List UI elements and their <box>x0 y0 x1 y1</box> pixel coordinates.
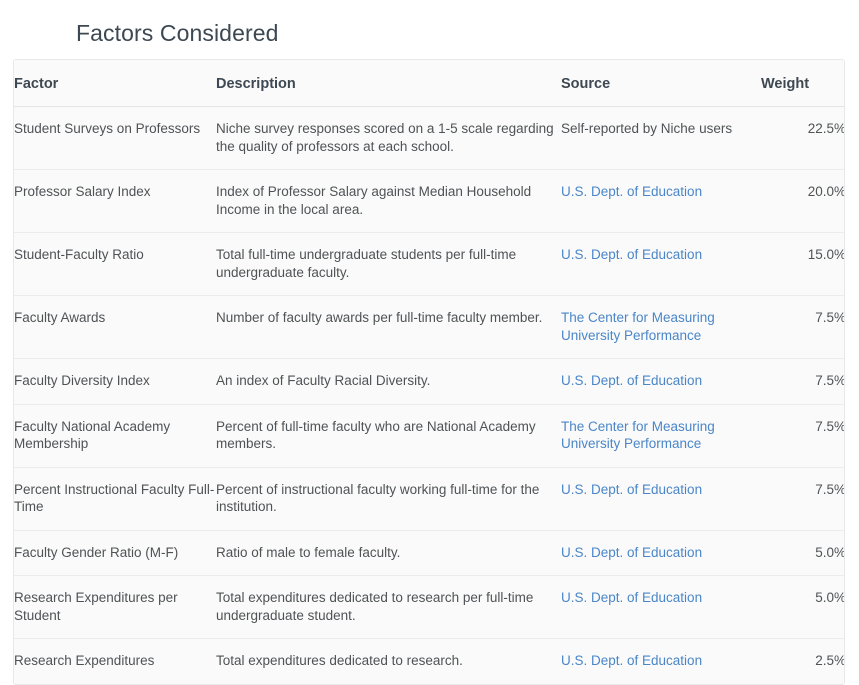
cell-description: Index of Professor Salary against Median… <box>216 169 561 233</box>
column-header-weight: Weight <box>761 60 844 107</box>
page-container: Factors Considered Factor Description So… <box>0 0 859 685</box>
cell-source[interactable]: U.S. Dept. of Education <box>561 169 761 233</box>
table-row: Research Expenditures Total expenditures … <box>14 638 844 684</box>
cell-weight: 15.0% <box>761 232 844 296</box>
cell-source[interactable]: U.S. Dept. of Education <box>561 358 761 404</box>
table-row: Professor Salary Index Index of Professor… <box>14 169 844 233</box>
cell-factor: Faculty Gender Ratio (M-F) <box>14 529 216 576</box>
cell-description: Total expenditures dedicated to research… <box>216 575 561 639</box>
page-title: Factors Considered <box>76 20 279 47</box>
cell-factor: Research Expenditures <box>14 638 216 684</box>
table-row: Faculty Awards Number of faculty awards p… <box>14 295 844 359</box>
cell-description: Percent of full-time faculty who are Nat… <box>216 403 561 467</box>
source-link[interactable]: U.S. Dept. of Education <box>561 373 702 388</box>
cell-weight: 5.0% <box>761 575 844 639</box>
cell-weight: 7.5% <box>761 466 844 530</box>
cell-weight: 7.5% <box>761 295 844 359</box>
cell-factor: Student Surveys on Professors <box>14 121 201 136</box>
cell-description: Number of faculty awards per full-time f… <box>216 295 561 359</box>
source-link[interactable]: The Center for Measuring University Perf… <box>561 310 715 343</box>
cell-factor: Student-Faculty Ratio <box>14 232 216 296</box>
table-body: Student Surveys on Professors Niche surve… <box>14 107 845 684</box>
source-link[interactable]: U.S. Dept. of Education <box>561 184 702 199</box>
factors-table: Factor Description Source Weight Student… <box>14 60 845 684</box>
table-row: Student-Faculty Ratio Total full-time und… <box>14 232 844 296</box>
cell-source[interactable]: U.S. Dept. of Education <box>561 232 761 296</box>
cell-factor: Percent Instructional Faculty Full-Time <box>14 466 216 530</box>
table-row: Faculty Gender Ratio (M-F) Ratio of male … <box>14 529 844 576</box>
cell-description: Ratio of male to female faculty. <box>216 529 561 576</box>
cell-factor: Faculty National Academy Membership <box>14 403 216 467</box>
cell-description: Niche survey responses scored on a 1-5 s… <box>216 121 554 154</box>
source-link[interactable]: U.S. Dept. of Education <box>561 590 702 605</box>
cell-factor: Research Expenditures per Student <box>14 575 216 639</box>
cell-factor: Faculty Awards <box>14 295 216 359</box>
cell-source[interactable]: U.S. Dept. of Education <box>561 575 761 639</box>
source-text: Self-reported by Niche users <box>561 121 733 136</box>
source-link[interactable]: U.S. Dept. of Education <box>561 482 702 497</box>
column-header-factor: Factor <box>14 60 216 107</box>
factors-table-container: Factor Description Source Weight Student… <box>13 59 845 685</box>
cell-source: Self-reported by Niche users <box>561 107 761 170</box>
cell-factor: Professor Salary Index <box>14 169 216 233</box>
cell-weight: 5.0% <box>761 529 844 576</box>
table-row: Faculty National Academy Membership Perce… <box>14 403 844 467</box>
table-row: Faculty Diversity Index An index of Facul… <box>14 358 844 404</box>
cell-weight: 20.0% <box>761 169 844 233</box>
cell-description: Percent of instructional faculty working… <box>216 466 561 530</box>
table-header: Factor Description Source Weight <box>14 60 844 107</box>
source-link[interactable]: U.S. Dept. of Education <box>561 653 702 668</box>
source-link[interactable]: U.S. Dept. of Education <box>561 545 702 560</box>
cell-weight: 7.5% <box>761 403 844 467</box>
cell-source[interactable]: U.S. Dept. of Education <box>561 466 761 530</box>
source-link[interactable]: The Center for Measuring University Perf… <box>561 419 715 452</box>
cell-description: Total expenditures dedicated to research… <box>216 638 561 684</box>
source-link[interactable]: U.S. Dept. of Education <box>561 247 702 262</box>
cell-weight: 7.5% <box>761 358 844 404</box>
cell-source[interactable]: The Center for Measuring University Perf… <box>561 295 761 359</box>
table-row: Student Surveys on Professors Niche surve… <box>14 107 845 170</box>
cell-weight: 2.5% <box>761 638 844 684</box>
cell-source[interactable]: U.S. Dept. of Education <box>561 638 761 684</box>
column-header-source: Source <box>561 60 761 107</box>
cell-factor: Faculty Diversity Index <box>14 358 216 404</box>
cell-description: An index of Faculty Racial Diversity. <box>216 358 561 404</box>
table-row: Percent Instructional Faculty Full-Time P… <box>14 466 844 530</box>
cell-description: Total full-time undergraduate students p… <box>216 232 561 296</box>
cell-weight: 22.5% <box>807 121 845 136</box>
table-row: Research Expenditures per Student Total e… <box>14 575 844 639</box>
cell-source[interactable]: The Center for Measuring University Perf… <box>561 403 761 467</box>
column-header-description: Description <box>216 60 561 107</box>
table-header-row: Factor Description Source Weight <box>14 60 844 107</box>
cell-source[interactable]: U.S. Dept. of Education <box>561 529 761 576</box>
